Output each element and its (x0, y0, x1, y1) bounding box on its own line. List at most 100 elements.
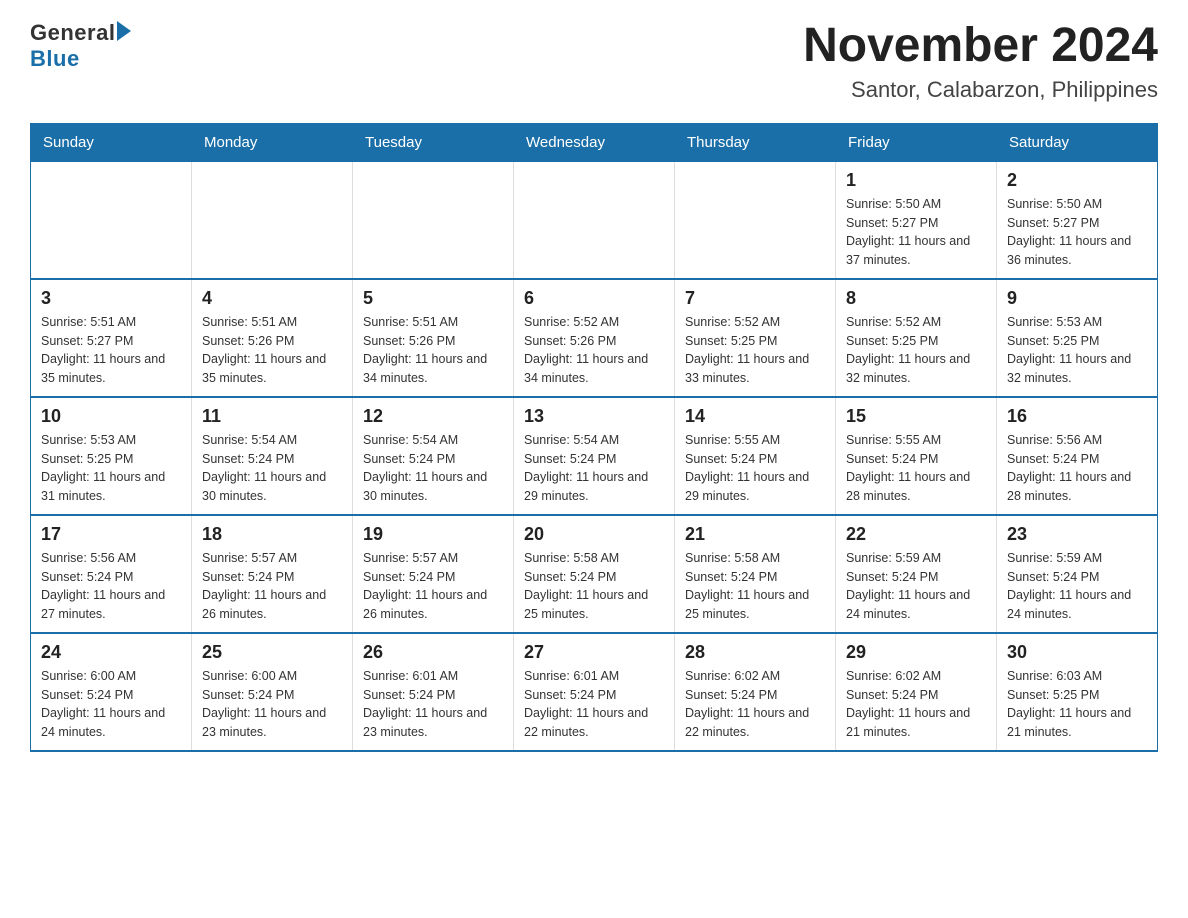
day-info: Sunrise: 6:01 AMSunset: 5:24 PMDaylight:… (363, 667, 503, 742)
calendar-subtitle: Santor, Calabarzon, Philippines (803, 77, 1158, 103)
day-info: Sunrise: 5:57 AMSunset: 5:24 PMDaylight:… (202, 549, 342, 624)
logo-blue-text: Blue (30, 46, 80, 72)
calendar-day-cell (192, 161, 353, 279)
day-info: Sunrise: 5:55 AMSunset: 5:24 PMDaylight:… (685, 431, 825, 506)
logo: General Blue (30, 20, 131, 72)
title-area: November 2024 Santor, Calabarzon, Philip… (803, 20, 1158, 103)
day-number: 11 (202, 406, 342, 427)
day-info: Sunrise: 5:51 AMSunset: 5:27 PMDaylight:… (41, 313, 181, 388)
day-number: 21 (685, 524, 825, 545)
day-info: Sunrise: 5:56 AMSunset: 5:24 PMDaylight:… (1007, 431, 1147, 506)
calendar-day-cell: 16Sunrise: 5:56 AMSunset: 5:24 PMDayligh… (997, 397, 1158, 515)
day-number: 29 (846, 642, 986, 663)
day-number: 13 (524, 406, 664, 427)
calendar-day-cell: 1 Sunrise: 5:50 AMSunset: 5:27 PMDaylight… (836, 161, 997, 279)
header-saturday: Saturday (997, 123, 1158, 161)
calendar-day-cell: 7Sunrise: 5:52 AMSunset: 5:25 PMDaylight… (675, 279, 836, 397)
day-info: Sunrise: 5:59 AMSunset: 5:24 PMDaylight:… (846, 549, 986, 624)
day-info: Sunrise: 6:00 AMSunset: 5:24 PMDaylight:… (202, 667, 342, 742)
calendar-day-cell: 10 Sunrise: 5:53 AMSunset: 5:25 PMDayligh… (31, 397, 192, 515)
day-info: Sunrise: 5:54 AMSunset: 5:24 PMDaylight:… (202, 431, 342, 506)
day-info: Sunrise: 5:50 AMSunset: 5:27 PMDaylight:… (1007, 195, 1147, 270)
page-header: General Blue November 2024 Santor, Calab… (30, 20, 1158, 103)
calendar-day-cell: 18 Sunrise: 5:57 AMSunset: 5:24 PMDayligh… (192, 515, 353, 633)
calendar-day-cell: 29 Sunrise: 6:02 AMSunset: 5:24 PMDayligh… (836, 633, 997, 751)
calendar-day-cell: 2Sunrise: 5:50 AMSunset: 5:27 PMDaylight… (997, 161, 1158, 279)
calendar-day-cell: 13 Sunrise: 5:54 AMSunset: 5:24 PMDayligh… (514, 397, 675, 515)
day-number: 20 (524, 524, 664, 545)
calendar-title: November 2024 (803, 20, 1158, 73)
day-info: Sunrise: 6:00 AMSunset: 5:24 PMDaylight:… (41, 667, 181, 742)
day-number: 25 (202, 642, 342, 663)
day-info: Sunrise: 5:51 AMSunset: 5:26 PMDaylight:… (363, 313, 503, 388)
day-number: 26 (363, 642, 503, 663)
day-info: Sunrise: 5:52 AMSunset: 5:25 PMDaylight:… (846, 313, 986, 388)
day-info: Sunrise: 5:51 AMSunset: 5:26 PMDaylight:… (202, 313, 342, 388)
day-info: Sunrise: 5:56 AMSunset: 5:24 PMDaylight:… (41, 549, 181, 624)
day-info: Sunrise: 6:02 AMSunset: 5:24 PMDaylight:… (685, 667, 825, 742)
calendar-day-cell: 21Sunrise: 5:58 AMSunset: 5:24 PMDayligh… (675, 515, 836, 633)
calendar-day-cell: 20 Sunrise: 5:58 AMSunset: 5:24 PMDayligh… (514, 515, 675, 633)
calendar-day-cell: 12 Sunrise: 5:54 AMSunset: 5:24 PMDayligh… (353, 397, 514, 515)
header-wednesday: Wednesday (514, 123, 675, 161)
day-info: Sunrise: 5:54 AMSunset: 5:24 PMDaylight:… (524, 431, 664, 506)
day-number: 17 (41, 524, 181, 545)
header-thursday: Thursday (675, 123, 836, 161)
calendar-day-cell: 17 Sunrise: 5:56 AMSunset: 5:24 PMDayligh… (31, 515, 192, 633)
day-number: 23 (1007, 524, 1147, 545)
day-number: 18 (202, 524, 342, 545)
calendar-day-cell: 24Sunrise: 6:00 AMSunset: 5:24 PMDayligh… (31, 633, 192, 751)
calendar-week-row: 10 Sunrise: 5:53 AMSunset: 5:25 PMDayligh… (31, 397, 1158, 515)
logo-general-text: General (30, 20, 115, 46)
calendar-day-cell (514, 161, 675, 279)
calendar-day-cell: 23Sunrise: 5:59 AMSunset: 5:24 PMDayligh… (997, 515, 1158, 633)
day-info: Sunrise: 5:53 AMSunset: 5:25 PMDaylight:… (1007, 313, 1147, 388)
calendar-day-cell: 14 Sunrise: 5:55 AMSunset: 5:24 PMDayligh… (675, 397, 836, 515)
day-number: 28 (685, 642, 825, 663)
calendar-week-row: 3 Sunrise: 5:51 AMSunset: 5:27 PMDaylight… (31, 279, 1158, 397)
day-info: Sunrise: 5:53 AMSunset: 5:25 PMDaylight:… (41, 431, 181, 506)
day-number: 30 (1007, 642, 1147, 663)
day-number: 6 (524, 288, 664, 309)
calendar-day-cell: 28 Sunrise: 6:02 AMSunset: 5:24 PMDayligh… (675, 633, 836, 751)
day-number: 19 (363, 524, 503, 545)
calendar-day-cell: 22 Sunrise: 5:59 AMSunset: 5:24 PMDayligh… (836, 515, 997, 633)
day-number: 12 (363, 406, 503, 427)
calendar-week-row: 1 Sunrise: 5:50 AMSunset: 5:27 PMDaylight… (31, 161, 1158, 279)
day-info: Sunrise: 5:52 AMSunset: 5:26 PMDaylight:… (524, 313, 664, 388)
calendar-day-cell (31, 161, 192, 279)
calendar-day-cell: 5 Sunrise: 5:51 AMSunset: 5:26 PMDaylight… (353, 279, 514, 397)
day-number: 27 (524, 642, 664, 663)
day-info: Sunrise: 6:03 AMSunset: 5:25 PMDaylight:… (1007, 667, 1147, 742)
day-info: Sunrise: 5:58 AMSunset: 5:24 PMDaylight:… (524, 549, 664, 624)
header-monday: Monday (192, 123, 353, 161)
day-number: 14 (685, 406, 825, 427)
day-number: 5 (363, 288, 503, 309)
day-number: 22 (846, 524, 986, 545)
calendar-day-cell: 8 Sunrise: 5:52 AMSunset: 5:25 PMDaylight… (836, 279, 997, 397)
logo-arrow-icon (117, 21, 131, 41)
day-number: 9 (1007, 288, 1147, 309)
header-friday: Friday (836, 123, 997, 161)
day-info: Sunrise: 6:02 AMSunset: 5:24 PMDaylight:… (846, 667, 986, 742)
calendar-day-cell: 30 Sunrise: 6:03 AMSunset: 5:25 PMDayligh… (997, 633, 1158, 751)
calendar-day-cell (353, 161, 514, 279)
day-info: Sunrise: 5:55 AMSunset: 5:24 PMDaylight:… (846, 431, 986, 506)
day-number: 8 (846, 288, 986, 309)
calendar-day-cell: 25 Sunrise: 6:00 AMSunset: 5:24 PMDayligh… (192, 633, 353, 751)
calendar-week-row: 17 Sunrise: 5:56 AMSunset: 5:24 PMDayligh… (31, 515, 1158, 633)
calendar-table: Sunday Monday Tuesday Wednesday Thursday… (30, 123, 1158, 752)
day-info: Sunrise: 5:50 AMSunset: 5:27 PMDaylight:… (846, 195, 986, 270)
day-info: Sunrise: 5:54 AMSunset: 5:24 PMDaylight:… (363, 431, 503, 506)
calendar-day-cell: 27Sunrise: 6:01 AMSunset: 5:24 PMDayligh… (514, 633, 675, 751)
calendar-day-cell: 11 Sunrise: 5:54 AMSunset: 5:24 PMDayligh… (192, 397, 353, 515)
day-info: Sunrise: 5:57 AMSunset: 5:24 PMDaylight:… (363, 549, 503, 624)
calendar-day-cell: 9 Sunrise: 5:53 AMSunset: 5:25 PMDaylight… (997, 279, 1158, 397)
day-number: 1 (846, 170, 986, 191)
calendar-week-row: 24Sunrise: 6:00 AMSunset: 5:24 PMDayligh… (31, 633, 1158, 751)
day-number: 10 (41, 406, 181, 427)
day-number: 3 (41, 288, 181, 309)
day-info: Sunrise: 5:52 AMSunset: 5:25 PMDaylight:… (685, 313, 825, 388)
calendar-day-cell: 15Sunrise: 5:55 AMSunset: 5:24 PMDayligh… (836, 397, 997, 515)
header-tuesday: Tuesday (353, 123, 514, 161)
